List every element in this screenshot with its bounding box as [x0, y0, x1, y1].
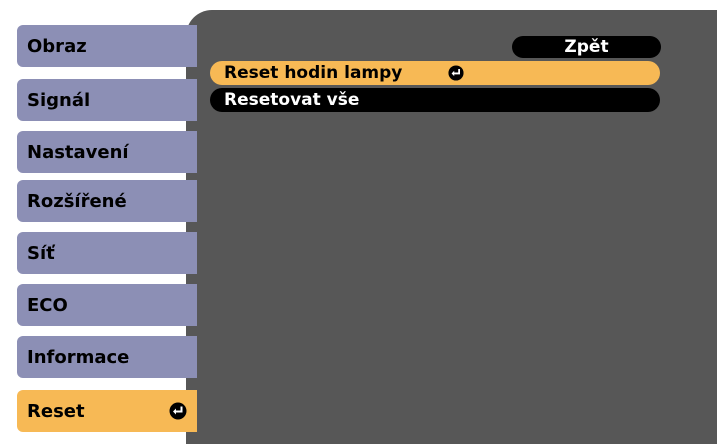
back-button-label: Zpět	[564, 37, 609, 57]
tab-eco[interactable]: ECO	[17, 284, 197, 326]
tab-label: Reset	[27, 400, 85, 422]
tab-label: ECO	[27, 294, 68, 316]
tab-reset[interactable]: Reset	[17, 390, 197, 432]
enter-icon	[169, 402, 187, 420]
tab-label: Síť	[27, 242, 55, 264]
menu-item-label: Resetovat vše	[224, 90, 360, 110]
enter-icon	[448, 65, 464, 81]
tab-nastaveni[interactable]: Nastavení	[17, 131, 197, 173]
tab-label: Nastavení	[27, 141, 129, 163]
menu-item-resetovat-vse[interactable]: Resetovat vše	[210, 88, 660, 112]
tab-label: Informace	[27, 346, 130, 368]
menu-item-label: Reset hodin lampy	[224, 63, 403, 83]
menu-item-reset-hodin-lampy[interactable]: Reset hodin lampy	[210, 61, 660, 85]
tab-label: Rozšířené	[27, 190, 127, 212]
back-button[interactable]: Zpět	[512, 36, 661, 58]
tab-informace[interactable]: Informace	[17, 336, 197, 378]
tab-label: Signál	[27, 89, 91, 111]
tab-signal[interactable]: Signál	[17, 79, 197, 121]
tab-label: Obraz	[27, 35, 87, 57]
tab-sit[interactable]: Síť	[17, 232, 197, 274]
tab-rozsirene[interactable]: Rozšířené	[17, 180, 197, 222]
tab-obraz[interactable]: Obraz	[17, 25, 197, 67]
